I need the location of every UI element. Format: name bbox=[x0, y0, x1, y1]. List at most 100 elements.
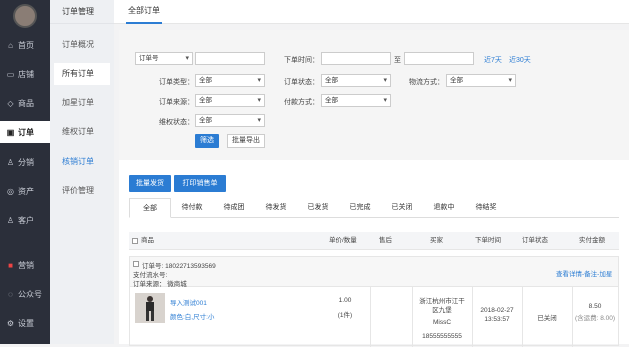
sidebar-item-9[interactable]: ⚙ 设置 bbox=[0, 312, 50, 334]
buyer-address-2: 区九堡 bbox=[432, 307, 452, 314]
sidebar-item-label: 商品 bbox=[18, 98, 34, 108]
status-tab-0[interactable]: 全部 bbox=[129, 198, 171, 218]
sidebar-item-5[interactable]: ◎ 资产 bbox=[0, 180, 50, 202]
product-thumbnail[interactable] bbox=[135, 293, 165, 323]
sidebar-item-label: 分销 bbox=[18, 157, 34, 167]
end-time-input[interactable] bbox=[404, 52, 474, 65]
th-status: 订单状态 bbox=[522, 237, 548, 244]
table-header: 商品 单价/数量 售后 买家 下单时间 订单状态 实付金额 bbox=[129, 232, 619, 250]
export-button[interactable]: 批量导出 bbox=[227, 134, 265, 148]
subnav-item-verify[interactable]: 核销订单 bbox=[54, 151, 110, 173]
order-status-value: 全部 bbox=[325, 77, 338, 84]
sidebar-item-0[interactable]: ⌂ 首页 bbox=[0, 34, 50, 56]
shop-icon: ▭ bbox=[6, 69, 15, 79]
marketing-icon: ■ bbox=[8, 260, 13, 270]
th-time: 下单时间 bbox=[475, 237, 501, 244]
subnav-item-reviews[interactable]: 评价管理 bbox=[54, 180, 110, 202]
order-amount: 8.50 bbox=[588, 303, 602, 310]
filter-panel: 订单号 下单时间： 至 近7天 近30天 订单类型： 全部 订单状态： 全部 物… bbox=[119, 30, 629, 160]
sub-sidebar: 订单管理 订单概况 所有订单 加星订单 维权订单 核销订单 评价管理 bbox=[50, 0, 114, 344]
th-amount: 实付金额 bbox=[579, 237, 605, 244]
detail-link[interactable]: 查看详情-备注-加星 bbox=[556, 268, 612, 278]
status-tab-2[interactable]: 待成团 bbox=[213, 198, 255, 218]
filter-button[interactable]: 筛选 bbox=[195, 134, 219, 148]
sidebar-item-label: 客户 bbox=[18, 215, 34, 225]
th-price: 单价/数量 bbox=[329, 237, 357, 244]
subnav-item-starred[interactable]: 加星订单 bbox=[54, 92, 110, 114]
order-type-value: 全部 bbox=[199, 77, 212, 84]
order-status: 已关闭 bbox=[537, 315, 557, 322]
payment-label: 付款方式： bbox=[284, 99, 319, 106]
th-product: 商品 bbox=[141, 237, 154, 244]
order-type-select[interactable]: 全部 bbox=[195, 74, 265, 87]
subnav-item-overview[interactable]: 订单概况 bbox=[54, 34, 110, 56]
select-all-checkbox[interactable] bbox=[132, 238, 138, 244]
sidebar-item-3[interactable]: ▣ 订单 bbox=[0, 121, 50, 143]
th-buyer: 买家 bbox=[430, 237, 443, 244]
product-spec: 颜色:白,尺寸:小 bbox=[170, 314, 215, 321]
order-status-label: 订单状态： bbox=[284, 79, 319, 86]
order-date: 2018-02-27 bbox=[480, 307, 514, 314]
sidebar-item-label: 店铺 bbox=[18, 69, 34, 79]
logistics-label: 物流方式： bbox=[409, 79, 444, 86]
status-tab-5[interactable]: 已完成 bbox=[339, 198, 381, 218]
subnav-item-all-orders[interactable]: 所有订单 bbox=[54, 63, 110, 85]
order-status-select[interactable]: 全部 bbox=[321, 74, 391, 87]
order-row: 订单号: 18022713593569 支付流水号: 订单来源： 微商城 查看详… bbox=[129, 256, 619, 347]
order-source-label: 订单来源： bbox=[159, 99, 194, 106]
status-tab-8[interactable]: 待结奖 bbox=[465, 198, 507, 218]
logistics-select[interactable]: 全部 bbox=[446, 74, 516, 87]
sidebar-item-4[interactable]: ♙ 分销 bbox=[0, 151, 50, 173]
rights-select[interactable]: 全部 bbox=[195, 114, 265, 127]
sidebar-item-label: 资产 bbox=[18, 186, 34, 196]
th-aftersale: 售后 bbox=[379, 237, 392, 244]
last-30-days-link[interactable]: 近30天 bbox=[509, 55, 531, 65]
batch-ship-button[interactable]: 批量发货 bbox=[129, 175, 171, 192]
sidebar-item-label: 首页 bbox=[18, 40, 34, 50]
status-tab-6[interactable]: 已关闭 bbox=[381, 198, 423, 218]
home-icon: ⌂ bbox=[8, 40, 13, 50]
main-content: 订单号 下单时间： 至 近7天 近30天 订单类型： 全部 订单状态： 全部 物… bbox=[119, 30, 629, 347]
order-time-label: 下单时间： bbox=[284, 57, 319, 64]
order-checkbox[interactable] bbox=[133, 261, 139, 267]
status-tab-1[interactable]: 待付款 bbox=[171, 198, 213, 218]
order-no-select-value: 订单号 bbox=[139, 55, 159, 62]
product-name[interactable]: 导入测试001 bbox=[170, 297, 207, 307]
sidebar-item-6[interactable]: ♙ 客户 bbox=[0, 209, 50, 231]
start-time-input[interactable] bbox=[321, 52, 391, 65]
payment-value: 全部 bbox=[325, 97, 338, 104]
order-icon: ▣ bbox=[6, 127, 15, 137]
sidebar-item-label: 设置 bbox=[18, 318, 34, 328]
rights-label: 维权状态： bbox=[159, 119, 194, 126]
sidebar-item-2[interactable]: ◇ 商品 bbox=[0, 92, 50, 114]
subnav-title: 订单管理 bbox=[50, 0, 114, 24]
subnav-item-rights[interactable]: 维权订单 bbox=[54, 121, 110, 143]
status-tab-7[interactable]: 退款中 bbox=[423, 198, 465, 218]
order-no-input[interactable] bbox=[195, 52, 265, 65]
tag-icon: ◇ bbox=[7, 98, 14, 108]
main-sidebar: ⌂ 首页 ▭ 店铺 ◇ 商品 ▣ 订单 ♙ 分销 ◎ 资产 ♙ 客户 ■ 营销 ◌ 公众号 ⚙ 设置 bbox=[0, 0, 50, 344]
sidebar-item-1[interactable]: ▭ 店铺 bbox=[0, 63, 50, 85]
payment-select[interactable]: 全部 bbox=[321, 94, 391, 107]
print-button[interactable]: 打印销售单 bbox=[174, 175, 226, 192]
order-source-value: 全部 bbox=[199, 97, 212, 104]
quantity: (1件) bbox=[337, 312, 353, 319]
order-source-select[interactable]: 全部 bbox=[195, 94, 265, 107]
settings-icon: ⚙ bbox=[6, 318, 15, 328]
avatar[interactable] bbox=[13, 4, 37, 28]
sidebar-item-8[interactable]: ◌ 公众号 bbox=[0, 283, 50, 305]
sidebar-item-label: 订单 bbox=[18, 127, 34, 137]
last-7-days-link[interactable]: 近7天 bbox=[484, 55, 502, 65]
status-tabs: 全部 待付款 待成团 待发货 已发货 已完成 已关闭 退款中 待结奖 bbox=[129, 198, 619, 218]
asset-icon: ◎ bbox=[7, 186, 14, 196]
order-time: 13:53:57 bbox=[484, 316, 510, 323]
sidebar-item-label: 营销 bbox=[18, 260, 34, 270]
status-tab-4[interactable]: 已发货 bbox=[297, 198, 339, 218]
sidebar-item-7[interactable]: ■ 营销 bbox=[0, 254, 50, 276]
status-tab-3[interactable]: 待发货 bbox=[255, 198, 297, 218]
tab-all-orders[interactable]: 全部订单 bbox=[126, 0, 162, 24]
divider bbox=[370, 287, 371, 347]
top-bar: 全部订单 bbox=[114, 0, 629, 24]
order-no-select[interactable]: 订单号 bbox=[135, 52, 193, 65]
unit-price: 1.00 bbox=[338, 297, 352, 304]
